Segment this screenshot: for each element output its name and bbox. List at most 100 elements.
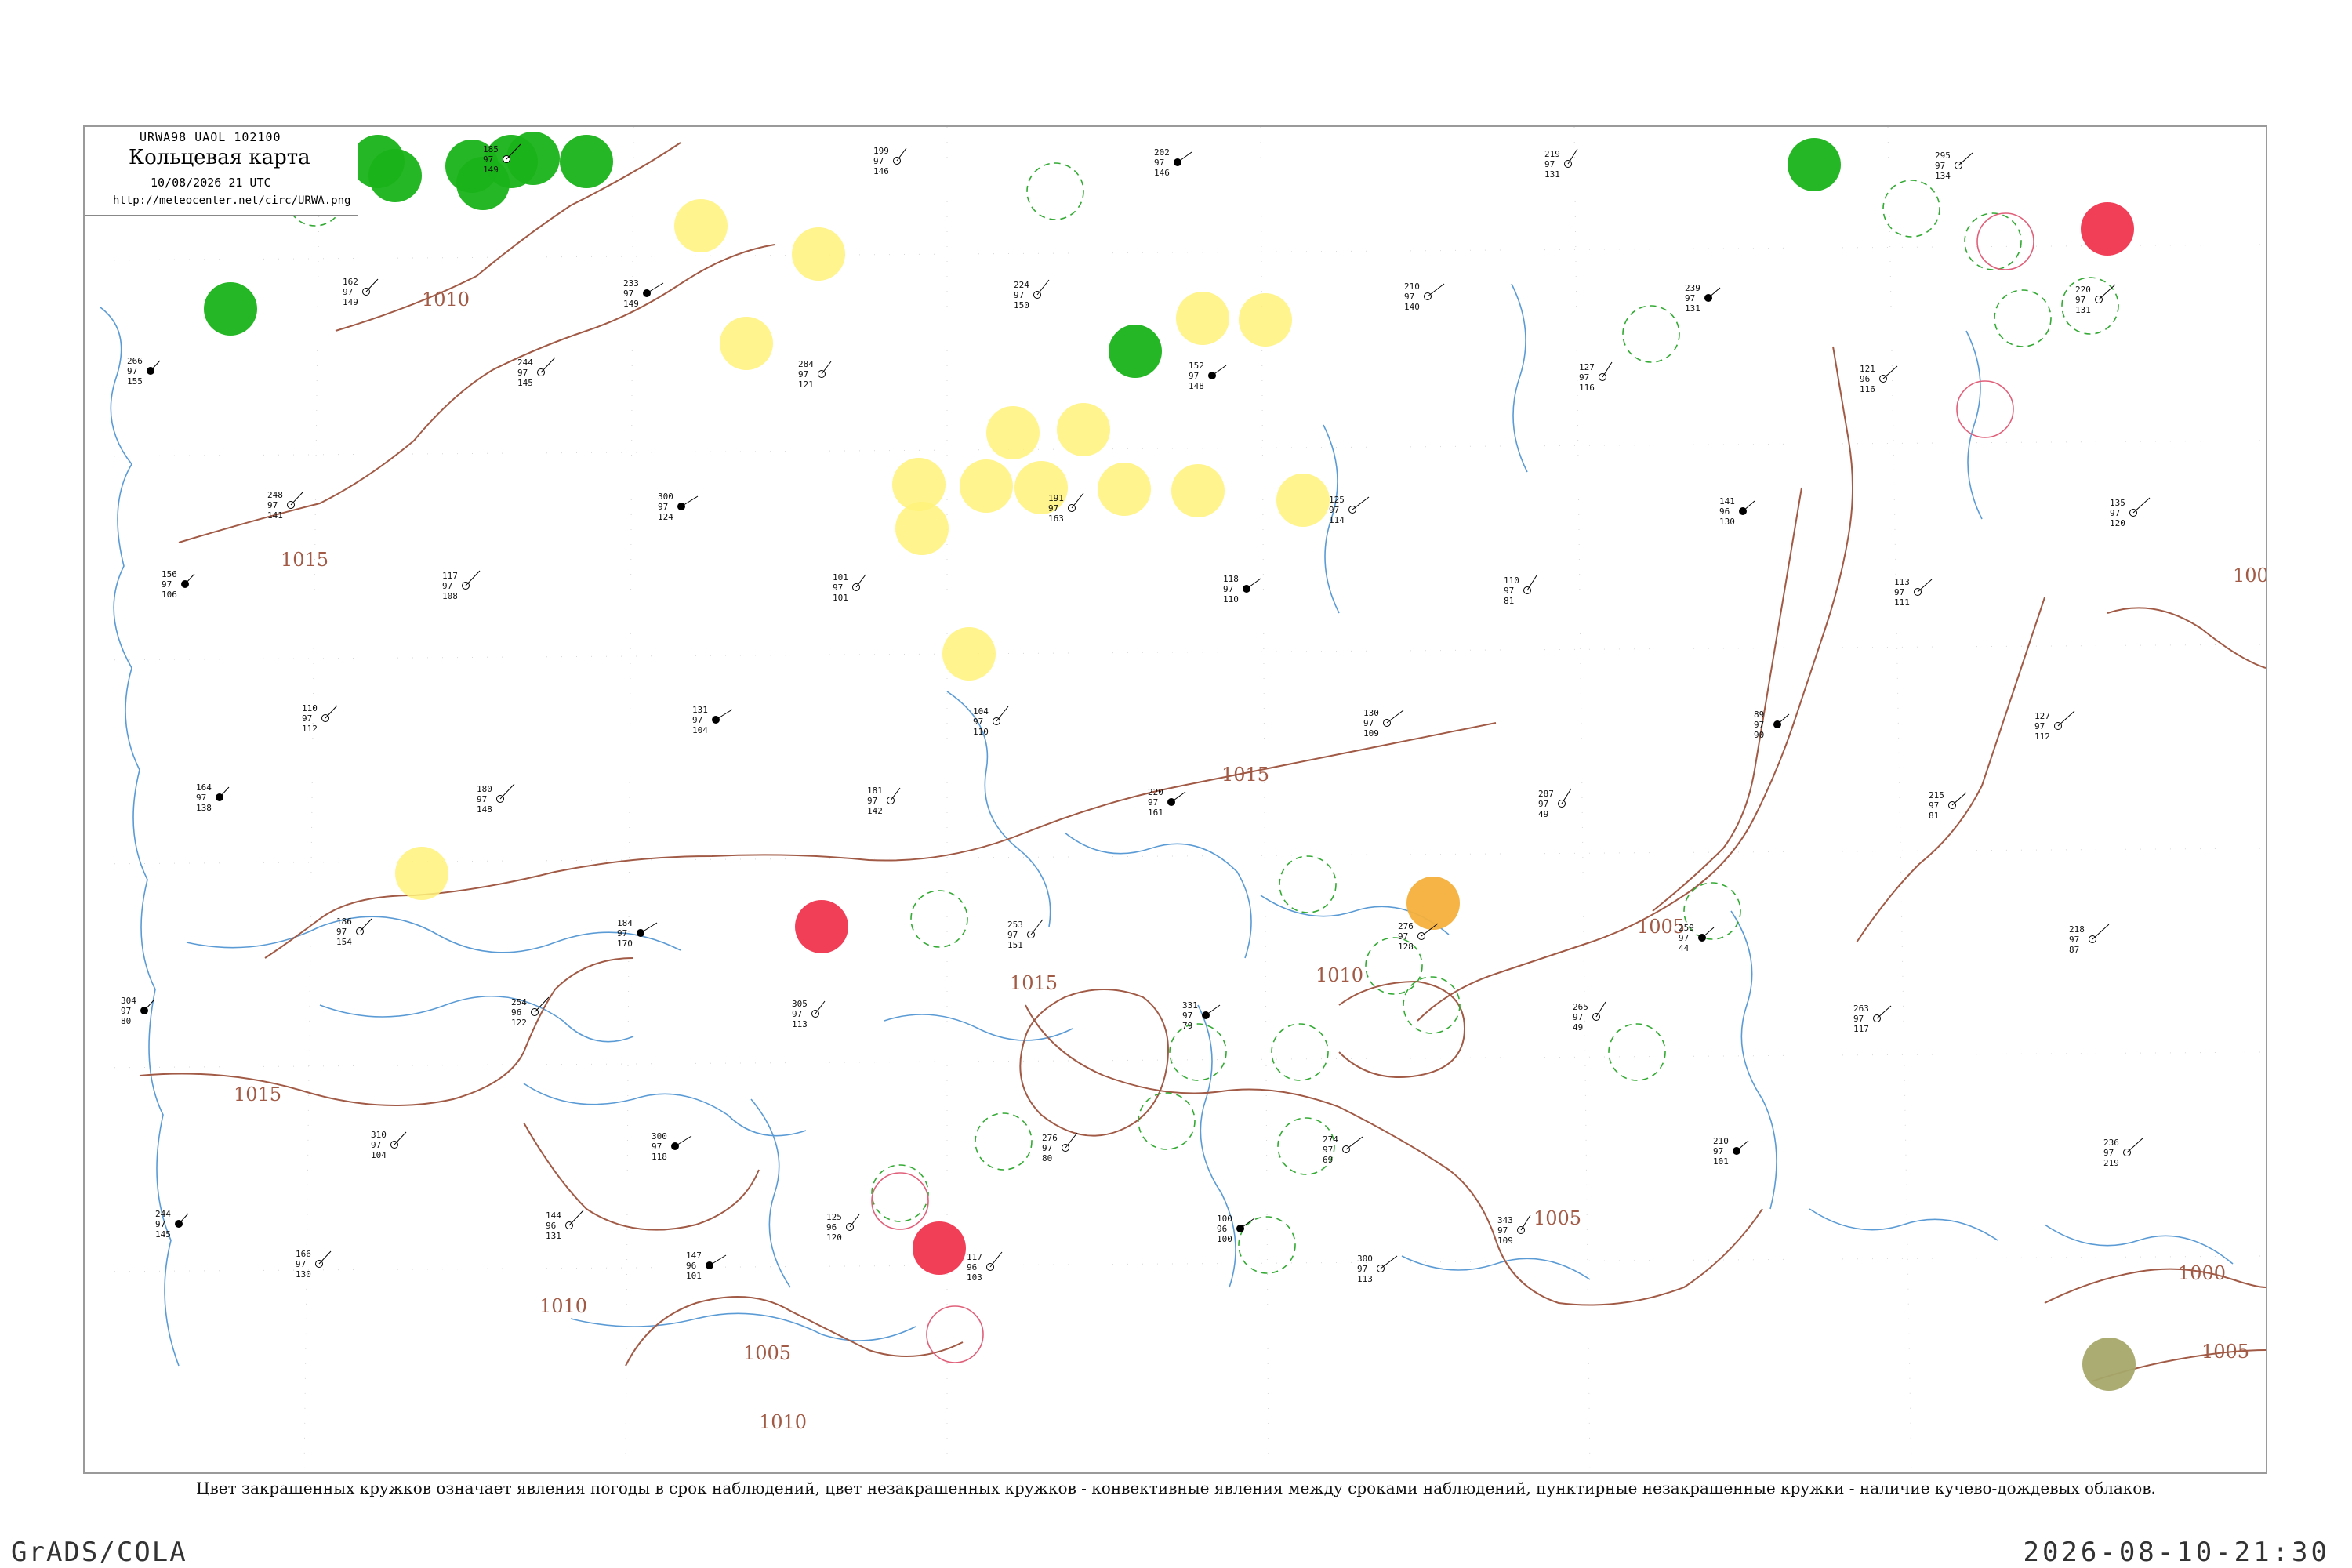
station-model[interactable]: 13097109 <box>1363 708 1404 739</box>
wind-barb-icon <box>1030 919 1044 935</box>
station-model[interactable]: 19997146 <box>873 146 907 176</box>
weather-circle-filled-yellow <box>960 459 1013 513</box>
station-model[interactable]: 2769780 <box>1042 1132 1078 1163</box>
station-pressure: 265 <box>1573 1002 1588 1012</box>
station-pressure: 125 <box>826 1212 842 1222</box>
station-model[interactable]: 24897141 <box>267 490 303 521</box>
station-model[interactable]: 21097140 <box>1404 281 1445 312</box>
station-model[interactable]: 34397109 <box>1497 1214 1531 1246</box>
station-model[interactable]: 24497145 <box>155 1209 189 1240</box>
station-model[interactable]: 30597113 <box>792 999 826 1029</box>
map-title: Кольцевая карта <box>129 146 310 169</box>
weather-circle-dashed-green <box>1138 1092 1196 1150</box>
station-model[interactable]: 19197163 <box>1048 492 1084 524</box>
station-model[interactable]: 26697155 <box>127 356 161 387</box>
station-model[interactable]: 14196130 <box>1719 496 1755 527</box>
station-dewpoint: 130 <box>1719 517 1735 527</box>
station-model[interactable]: 11797108 <box>442 570 481 601</box>
station-model[interactable]: 2659749 <box>1573 1001 1606 1033</box>
station-model[interactable]: 12597114 <box>1329 495 1370 525</box>
station-model[interactable]: 18697154 <box>336 916 372 947</box>
weather-circle-filled-yellow <box>1239 293 1292 347</box>
wind-barb-icon <box>1708 287 1721 299</box>
station-model[interactable]: 12596120 <box>826 1212 860 1243</box>
station-temperature: 97 <box>1182 1011 1192 1021</box>
station-model[interactable]: 16297149 <box>343 277 379 307</box>
wind-barb-icon <box>1246 578 1261 590</box>
station-pressure: 254 <box>511 997 527 1007</box>
station-model[interactable]: 30097118 <box>652 1131 692 1162</box>
station-model[interactable]: 1109781 <box>1504 575 1537 606</box>
station-model[interactable]: 12196116 <box>1860 364 1898 394</box>
station-model[interactable]: 11097112 <box>302 703 338 734</box>
station-model[interactable]: 2749769 <box>1323 1134 1363 1165</box>
station-model[interactable]: 10197101 <box>833 572 866 603</box>
station-model[interactable]: 3319779 <box>1182 1000 1221 1031</box>
station-pressure: 125 <box>1329 495 1345 505</box>
weather-circle-filled-red <box>2081 202 2134 256</box>
station-model[interactable]: 16497138 <box>196 782 230 813</box>
station-dewpoint: 87 <box>2069 945 2079 955</box>
station-model[interactable]: 23397149 <box>623 278 664 309</box>
station-model[interactable]: 24497145 <box>517 357 556 388</box>
weather-circle-filled-yellow <box>1171 464 1225 517</box>
station-model[interactable]: 21997131 <box>1544 148 1578 180</box>
station-dewpoint: 148 <box>477 804 492 815</box>
station-model[interactable]: 2159781 <box>1929 790 1967 821</box>
station-model[interactable]: 20297146 <box>1154 147 1192 178</box>
station-pressure: 310 <box>371 1130 387 1140</box>
station-model[interactable]: 25397151 <box>1007 919 1044 950</box>
wind-barb-icon <box>821 361 832 375</box>
station-model[interactable]: 2189787 <box>2069 924 2110 955</box>
station-temperature: 97 <box>483 154 493 165</box>
source-url[interactable]: http://meteocenter.net/circ/URWA.png <box>113 194 350 207</box>
station-temperature: 97 <box>1685 293 1695 303</box>
wind-barb-icon <box>1876 1005 1892 1019</box>
station-model[interactable]: 11397111 <box>1894 577 1933 608</box>
station-model[interactable]: 18497170 <box>617 918 658 949</box>
station-model[interactable]: 31097104 <box>371 1130 407 1160</box>
station-model[interactable]: 12797112 <box>2034 710 2075 742</box>
station-model[interactable]: 26397117 <box>1853 1004 1892 1034</box>
station-model[interactable]: 11796103 <box>967 1251 1003 1283</box>
station-model[interactable]: 18097148 <box>477 783 515 815</box>
station-model[interactable]: 14496131 <box>546 1210 584 1241</box>
station-model[interactable]: 25496122 <box>511 996 550 1028</box>
station-model[interactable]: 14796101 <box>686 1250 727 1281</box>
station-model[interactable]: 18197142 <box>867 786 901 816</box>
station-model[interactable]: 13197104 <box>692 705 733 735</box>
weather-circle-dashed-green <box>1271 1023 1329 1081</box>
station-pressure: 184 <box>617 918 633 928</box>
station-model[interactable]: 13597120 <box>2110 497 2151 528</box>
station-model[interactable]: 30097124 <box>658 492 699 522</box>
station-model[interactable]: 11897110 <box>1223 574 1261 604</box>
weather-circle-filled-olive <box>2082 1338 2136 1391</box>
station-model[interactable]: 23997131 <box>1685 283 1721 314</box>
station-model[interactable]: 28497121 <box>798 359 832 390</box>
station-pressure: 215 <box>1929 790 1944 800</box>
station-model[interactable]: 10497110 <box>973 706 1009 737</box>
station-pressure: 233 <box>623 278 639 289</box>
weather-circle-filled-green <box>204 282 257 336</box>
station-dewpoint: 149 <box>343 297 358 307</box>
station-model[interactable]: 30097113 <box>1357 1254 1398 1284</box>
station-model[interactable]: 15297148 <box>1189 361 1227 391</box>
station-model[interactable]: 899790 <box>1754 710 1790 740</box>
station-temperature: 96 <box>511 1007 521 1018</box>
station-model[interactable]: 22097131 <box>2075 284 2116 315</box>
station-model[interactable]: 12797116 <box>1579 361 1613 393</box>
wind-barb-icon <box>1595 1001 1606 1018</box>
station-dewpoint: 116 <box>1579 383 1595 393</box>
station-model[interactable]: 2599744 <box>1679 923 1715 953</box>
station-model[interactable]: 29597134 <box>1935 151 1973 181</box>
station-model[interactable]: 16697130 <box>296 1249 332 1279</box>
station-temperature: 96 <box>1719 506 1730 517</box>
station-model[interactable]: 3049780 <box>121 996 154 1026</box>
station-pressure: 131 <box>692 705 708 715</box>
station-model[interactable]: 2879749 <box>1538 788 1572 819</box>
station-model[interactable]: 23697219 <box>2103 1137 2144 1168</box>
station-model[interactable]: 15697106 <box>162 569 195 600</box>
station-model[interactable]: 22097161 <box>1148 787 1186 818</box>
station-model[interactable]: 22497150 <box>1014 279 1050 310</box>
station-model[interactable]: 21097101 <box>1713 1136 1749 1167</box>
